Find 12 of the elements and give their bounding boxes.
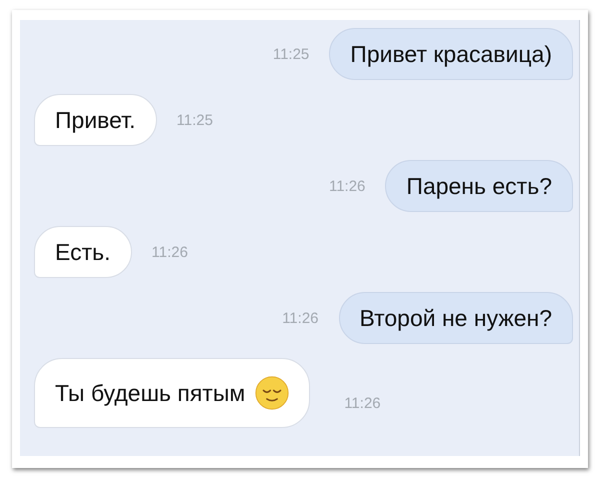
message-bubble: Привет. bbox=[34, 94, 157, 146]
message-bubble: Есть. bbox=[34, 226, 132, 278]
message-bubble: Парень есть? bbox=[385, 160, 573, 212]
message-time: 11:26 bbox=[344, 394, 381, 412]
message-time: 11:26 bbox=[282, 310, 319, 326]
message-bubble: Второй не нужен? bbox=[338, 292, 573, 344]
message-bubble: Привет красавица) bbox=[329, 28, 573, 80]
message-time: 11:26 bbox=[152, 244, 188, 260]
message-bubble: Ты будешь пятым bbox=[34, 358, 310, 428]
message-time: 11:26 bbox=[328, 178, 366, 194]
message-time: 11:25 bbox=[176, 112, 213, 128]
message-time: 11:25 bbox=[272, 46, 310, 62]
